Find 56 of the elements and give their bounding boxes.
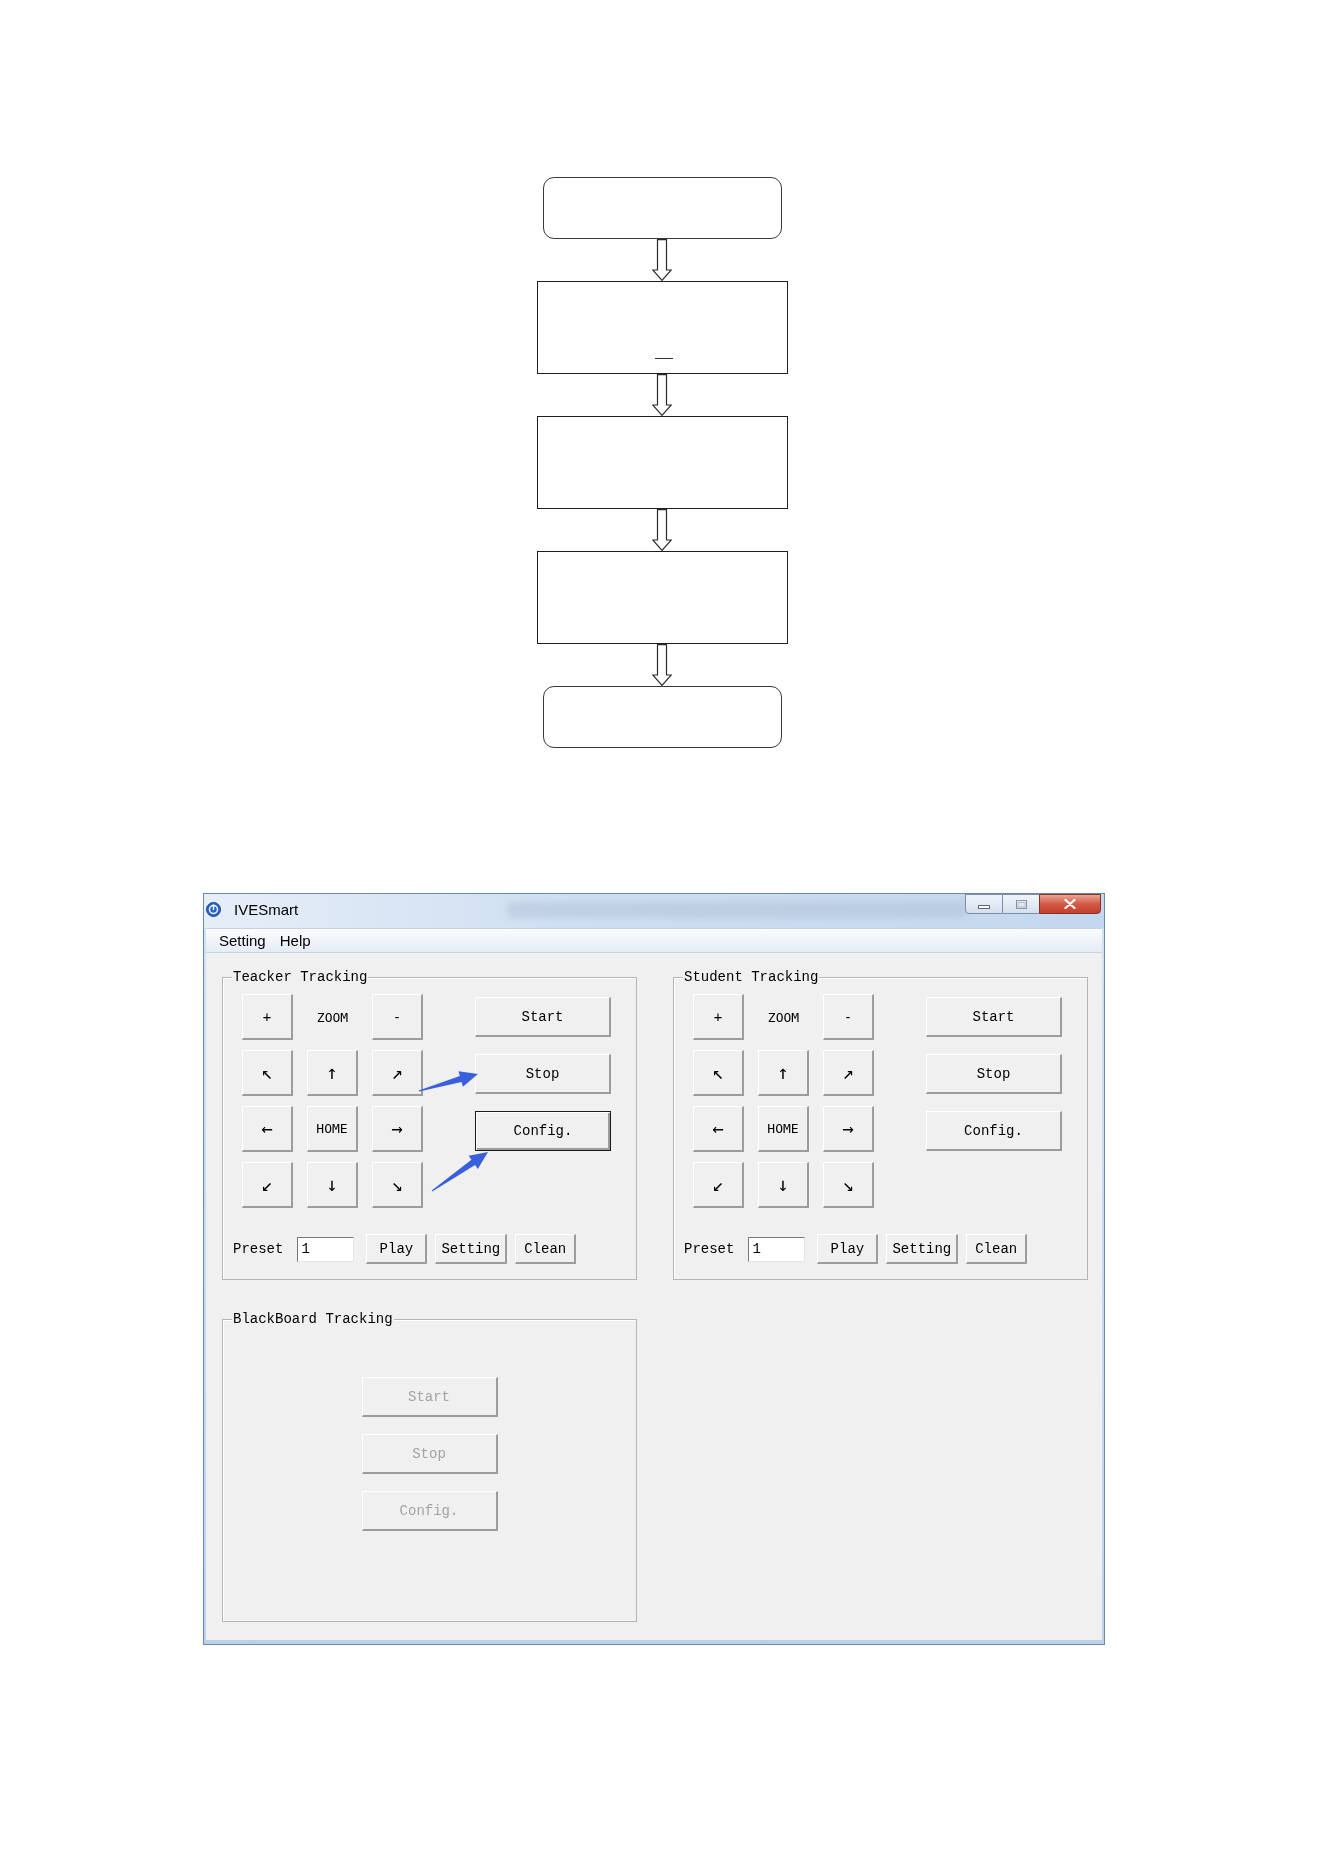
- minus-button[interactable]: -: [372, 994, 423, 1040]
- down-left-button[interactable]: ↙: [693, 1162, 744, 1208]
- zoom-label: ZOOM: [767, 1010, 800, 1024]
- group-title: BlackBoard Tracking: [232, 1311, 394, 1327]
- down-button[interactable]: ↓: [758, 1162, 809, 1208]
- config-button[interactable]: Config.: [926, 1111, 1062, 1151]
- preset-label: Preset: [684, 1242, 735, 1256]
- play-button[interactable]: Play: [366, 1234, 428, 1264]
- clean-button[interactable]: Clean: [515, 1234, 577, 1264]
- down-right-button[interactable]: ↘: [823, 1162, 874, 1208]
- stop-button[interactable]: Stop: [926, 1054, 1062, 1094]
- maximize-icon: [1015, 899, 1027, 909]
- start-button[interactable]: Start: [926, 997, 1062, 1037]
- zoom-label: ZOOM: [316, 1010, 349, 1024]
- window-title: IVESmart: [234, 901, 299, 919]
- up-left-button[interactable]: ↖: [242, 1050, 293, 1096]
- up-button[interactable]: ↑: [307, 1050, 358, 1096]
- plus-button[interactable]: +: [242, 994, 293, 1040]
- maximize-button[interactable]: [1003, 894, 1039, 914]
- minimize-icon: [978, 905, 990, 909]
- down-button[interactable]: ↓: [307, 1162, 358, 1208]
- flow-arrow: [652, 509, 672, 551]
- play-button[interactable]: Play: [817, 1234, 879, 1264]
- group-title: Student Tracking: [683, 969, 820, 985]
- group-title: Teacker Tracking: [232, 969, 369, 985]
- menu-item[interactable]: Help: [272, 929, 318, 952]
- left-button[interactable]: ←: [242, 1106, 293, 1152]
- up-button[interactable]: ↑: [758, 1050, 809, 1096]
- plus-button[interactable]: +: [693, 994, 744, 1040]
- app-icon: [206, 902, 221, 917]
- setting-button[interactable]: Setting: [435, 1234, 508, 1264]
- stop-button[interactable]: Stop: [475, 1054, 611, 1094]
- setting-button[interactable]: Setting: [886, 1234, 959, 1264]
- minus-button[interactable]: -: [823, 994, 874, 1040]
- home-button[interactable]: HOME: [758, 1106, 809, 1152]
- preset-field[interactable]: 1: [748, 1236, 806, 1262]
- menu-item[interactable]: Setting: [212, 929, 273, 952]
- clean-button[interactable]: Clean: [966, 1234, 1028, 1264]
- dash-icon: [654, 358, 673, 359]
- flow-arrow: [652, 644, 672, 686]
- down-right-button[interactable]: ↘: [372, 1162, 423, 1208]
- down-left-button[interactable]: ↙: [242, 1162, 293, 1208]
- up-left-button[interactable]: ↖: [693, 1050, 744, 1096]
- preset-field[interactable]: 1: [297, 1236, 355, 1262]
- home-button[interactable]: HOME: [307, 1106, 358, 1152]
- preset-label: Preset: [233, 1242, 284, 1256]
- start-button[interactable]: Start: [475, 997, 611, 1037]
- up-right-button[interactable]: ↗: [372, 1050, 423, 1096]
- minimize-button[interactable]: [965, 894, 1003, 914]
- right-button[interactable]: →: [372, 1106, 423, 1152]
- config-button[interactable]: Config.: [475, 1111, 611, 1151]
- up-right-button[interactable]: ↗: [823, 1050, 874, 1096]
- right-button[interactable]: →: [823, 1106, 874, 1152]
- close-button[interactable]: [1039, 894, 1101, 914]
- left-button[interactable]: ←: [693, 1106, 744, 1152]
- close-icon: [1064, 899, 1076, 909]
